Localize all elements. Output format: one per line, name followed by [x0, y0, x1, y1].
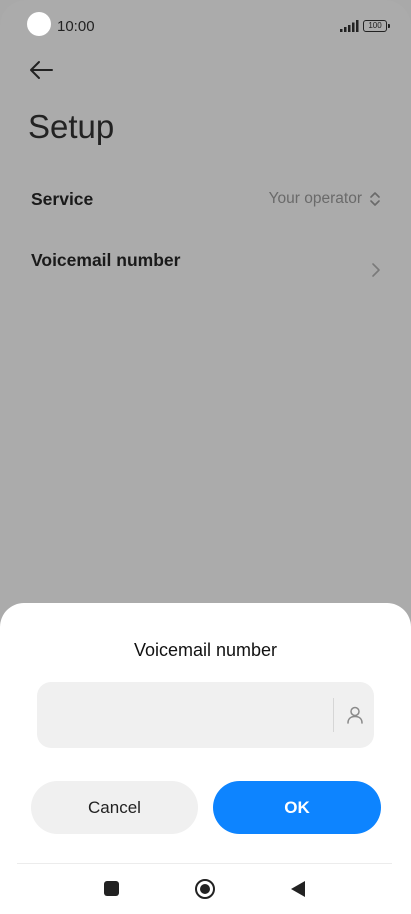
service-row[interactable]: Service Your operator [0, 180, 411, 230]
up-down-chevron-icon [370, 192, 380, 206]
voicemail-number-input[interactable] [53, 682, 327, 750]
person-icon[interactable] [345, 705, 365, 725]
service-label: Service [31, 189, 94, 209]
voicemail-dialog: Voicemail number Cancel OK [0, 603, 411, 914]
battery-level: 100 [368, 21, 382, 30]
page-title: Setup [28, 108, 115, 145]
arrow-left-icon[interactable] [28, 58, 54, 82]
ok-button[interactable]: OK [213, 781, 381, 834]
back-triangle-icon[interactable] [290, 880, 306, 898]
home-circle-icon[interactable] [195, 879, 215, 899]
voicemail-number-label: Voicemail number [31, 250, 181, 270]
cancel-button[interactable]: Cancel [31, 781, 198, 834]
battery-icon: 100 [363, 20, 390, 32]
status-time: 10:00 [57, 18, 95, 35]
signal-icon [340, 20, 359, 32]
camera-dot [27, 12, 51, 36]
nav-divider [17, 863, 392, 864]
chevron-right-icon [372, 263, 380, 277]
recents-square-icon[interactable] [104, 881, 119, 896]
voicemail-number-row[interactable]: Voicemail number [0, 240, 411, 296]
service-value: Your operator [268, 190, 362, 207]
input-divider [333, 698, 334, 732]
status-bar: 10:00 100 [0, 0, 411, 50]
settings-screen: 10:00 100 Setup Service Your operator Vo… [0, 0, 411, 914]
voicemail-number-field[interactable] [37, 682, 374, 750]
dialog-title: Voicemail number [133, 640, 278, 660]
